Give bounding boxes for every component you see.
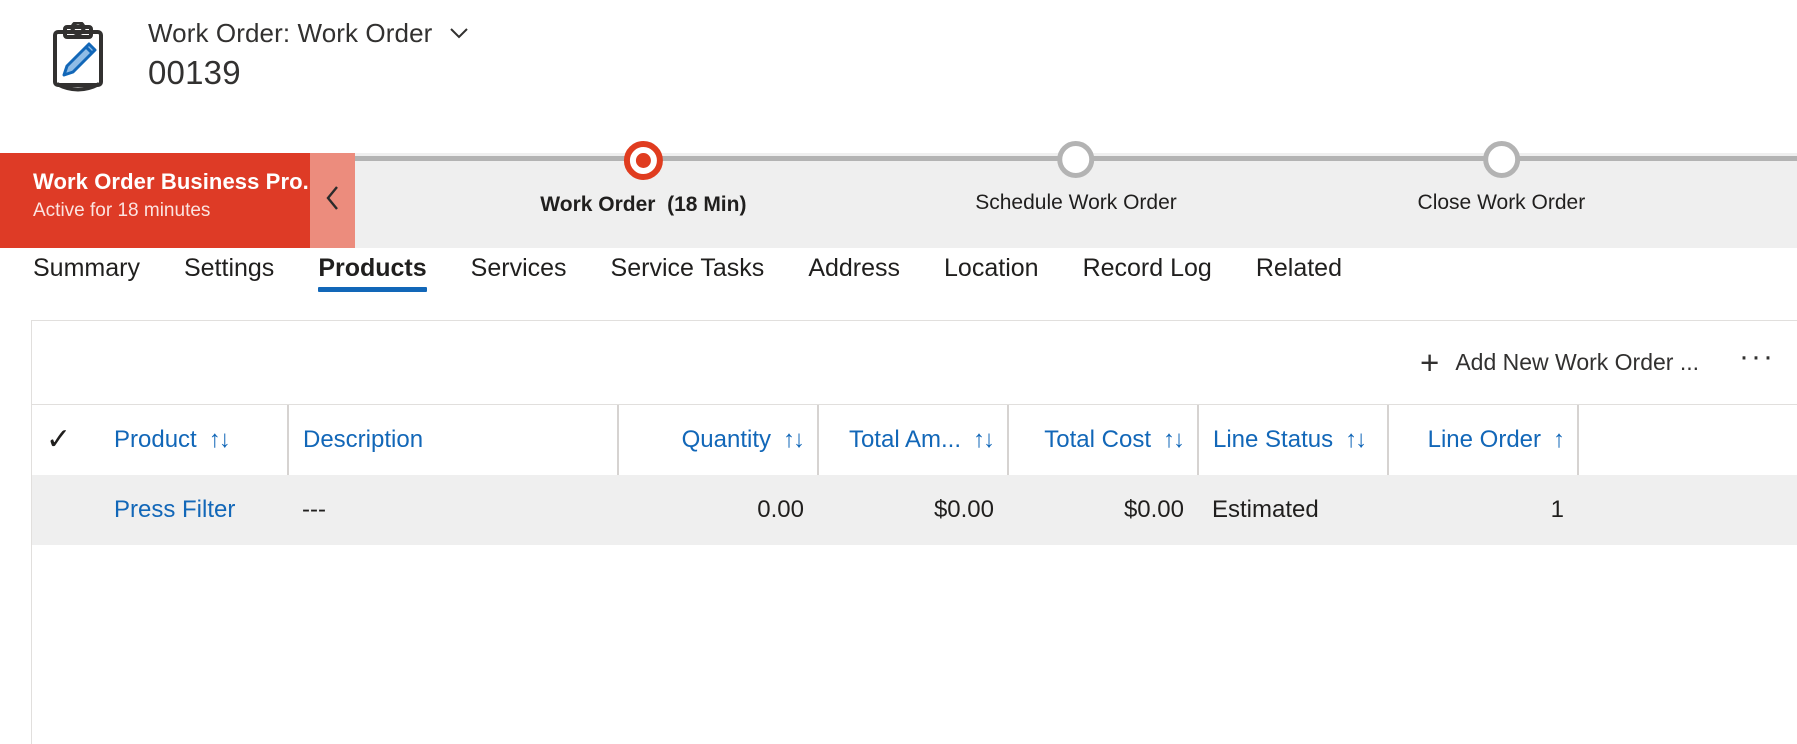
- tab-service-tasks[interactable]: Service Tasks: [589, 248, 787, 304]
- column-label: Product: [114, 426, 197, 454]
- tab-summary[interactable]: Summary: [33, 248, 162, 304]
- entity-name-label: Work Order: Work Order: [148, 18, 432, 49]
- tab-related[interactable]: Related: [1234, 248, 1364, 304]
- cell-description: ---: [288, 475, 618, 545]
- business-process-flow: Work Order Business Pro... Active for 18…: [0, 153, 1797, 248]
- tab-label: Record Log: [1083, 254, 1212, 283]
- tab-label: Services: [471, 254, 567, 283]
- add-button-label: Add New Work Order ...: [1455, 349, 1699, 376]
- add-new-work-order-product-button[interactable]: + Add New Work Order ...: [1406, 340, 1713, 385]
- column-header-filler: [1578, 405, 1797, 475]
- sort-both-arrows-icon[interactable]: ↑↓: [209, 428, 229, 452]
- record-header: Work Order: Work Order 00139: [0, 0, 1797, 153]
- tab-label: Location: [944, 254, 1039, 283]
- overflow-menu-button[interactable]: ···: [1739, 342, 1775, 384]
- tab-label: Address: [808, 254, 900, 283]
- sort-both-arrows-icon[interactable]: ↑↓: [973, 428, 993, 452]
- bpf-collapse-button[interactable]: [310, 153, 355, 248]
- bpf-stage-schedule-work-order[interactable]: Schedule Work Order: [975, 153, 1177, 215]
- record-number: 00139: [148, 54, 472, 92]
- tab-label: Related: [1256, 254, 1342, 283]
- plus-icon: +: [1420, 346, 1439, 379]
- sort-ascending-arrow-icon[interactable]: ↑: [1553, 428, 1563, 452]
- sort-both-arrows-icon[interactable]: ↑↓: [783, 428, 803, 452]
- bpf-stage-close-work-order[interactable]: Close Work Order: [1418, 153, 1586, 215]
- tab-services[interactable]: Services: [449, 248, 589, 304]
- form-tab-bar: Summary Settings Products Services Servi…: [0, 248, 1797, 310]
- tab-settings[interactable]: Settings: [162, 248, 296, 304]
- bpf-stage-work-order[interactable]: Work Order (18 Min): [540, 153, 746, 217]
- cell-total-amount: $0.00: [818, 475, 1008, 545]
- bpf-active-duration: Active for 18 minutes: [33, 197, 355, 225]
- cell-line-status: Estimated: [1198, 475, 1388, 545]
- cell-quantity: 0.00: [618, 475, 818, 545]
- cell-product[interactable]: Press Filter: [100, 475, 288, 545]
- subgrid-command-bar: + Add New Work Order ... ···: [32, 321, 1797, 405]
- product-link[interactable]: Press Filter: [114, 496, 235, 523]
- column-label: Line Status: [1213, 426, 1333, 454]
- header-text-block: Work Order: Work Order 00139: [148, 16, 472, 92]
- work-order-form-page: Work Order: Work Order 00139 Work Order …: [0, 0, 1797, 744]
- column-header-line-status[interactable]: Line Status ↑↓: [1198, 405, 1388, 475]
- products-grid: ✓ Product ↑↓ Description: [32, 405, 1797, 545]
- chevron-down-icon[interactable]: [446, 20, 472, 46]
- tab-products[interactable]: Products: [296, 248, 448, 304]
- tab-location[interactable]: Location: [922, 248, 1061, 304]
- select-all-column-header[interactable]: ✓: [32, 405, 100, 475]
- tab-label: Service Tasks: [611, 254, 765, 283]
- column-header-product[interactable]: Product ↑↓: [100, 405, 288, 475]
- cell-line-order: 1: [1388, 475, 1578, 545]
- sort-both-arrows-icon[interactable]: ↑↓: [1345, 428, 1365, 452]
- column-header-total-amount[interactable]: Total Am... ↑↓: [818, 405, 1008, 475]
- bpf-title: Work Order Business Pro...: [33, 167, 355, 197]
- column-label: Total Am...: [849, 426, 961, 454]
- tab-record-log[interactable]: Record Log: [1061, 248, 1234, 304]
- stage-label: Schedule Work Order: [975, 191, 1177, 215]
- tab-label: Products: [318, 254, 426, 283]
- stage-label: Work Order (18 Min): [540, 193, 746, 217]
- grid-header-row: ✓ Product ↑↓ Description: [32, 405, 1797, 475]
- column-header-total-cost[interactable]: Total Cost ↑↓: [1008, 405, 1198, 475]
- chevron-left-icon: [322, 183, 344, 218]
- work-order-products-subgrid: + Add New Work Order ... ··· ✓: [31, 320, 1797, 744]
- work-order-clipboard-pencil-icon: [45, 22, 111, 94]
- table-row[interactable]: Press Filter --- 0.00 $0.00 $0.00 Estima…: [32, 475, 1797, 545]
- row-select-cell[interactable]: [32, 475, 100, 545]
- tab-label: Settings: [184, 254, 274, 283]
- tab-address[interactable]: Address: [786, 248, 922, 304]
- tab-label: Summary: [33, 254, 140, 283]
- column-label: Line Order: [1428, 426, 1541, 454]
- cell-total-cost: $0.00: [1008, 475, 1198, 545]
- column-header-line-order[interactable]: Line Order ↑: [1388, 405, 1578, 475]
- stage-node-active-icon: [624, 141, 663, 180]
- stage-label: Close Work Order: [1418, 191, 1586, 215]
- sort-both-arrows-icon[interactable]: ↑↓: [1163, 428, 1183, 452]
- stage-node-icon: [1058, 141, 1095, 178]
- checkmark-icon: ✓: [46, 423, 71, 456]
- column-header-quantity[interactable]: Quantity ↑↓: [618, 405, 818, 475]
- cell-filler: [1578, 475, 1797, 545]
- column-label: Total Cost: [1044, 426, 1151, 454]
- column-label: Quantity: [682, 426, 771, 454]
- bpf-stage-track: Work Order (18 Min) Schedule Work Order …: [355, 153, 1797, 248]
- entity-selector[interactable]: Work Order: Work Order: [148, 16, 472, 50]
- column-header-description[interactable]: Description: [288, 405, 618, 475]
- bpf-title-box[interactable]: Work Order Business Pro... Active for 18…: [0, 153, 355, 248]
- column-label: Description: [303, 426, 423, 454]
- stage-node-icon: [1483, 141, 1520, 178]
